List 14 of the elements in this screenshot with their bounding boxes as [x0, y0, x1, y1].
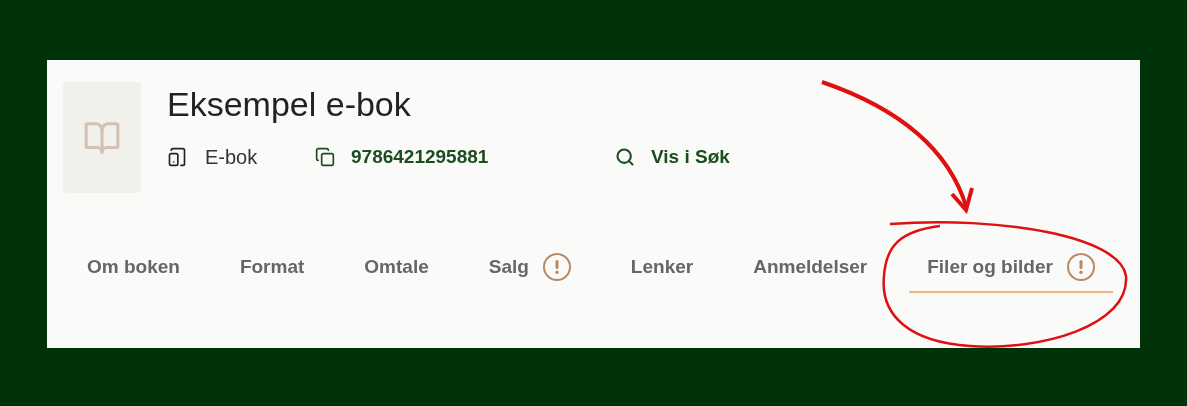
- book-title: Eksempel e-bok: [167, 84, 412, 125]
- tab[interactable]: Om boken: [69, 243, 198, 293]
- copy-isbn-button[interactable]: 9786421295881: [315, 142, 615, 172]
- tab[interactable]: Lenker: [612, 243, 712, 293]
- copy-icon: [315, 147, 335, 167]
- search-icon: [615, 147, 635, 167]
- tab[interactable]: Anmeldelser: [735, 243, 886, 293]
- format-label: E-bok: [205, 145, 259, 170]
- ereader-icon: [167, 147, 187, 167]
- search-link[interactable]: Vis i Søk: [615, 142, 730, 172]
- tab[interactable]: Format: [221, 243, 323, 293]
- tab[interactable]: Omtale: [346, 243, 447, 293]
- tab[interactable]: Filer og bilder: [909, 243, 1113, 293]
- tab[interactable]: Salg: [470, 243, 589, 293]
